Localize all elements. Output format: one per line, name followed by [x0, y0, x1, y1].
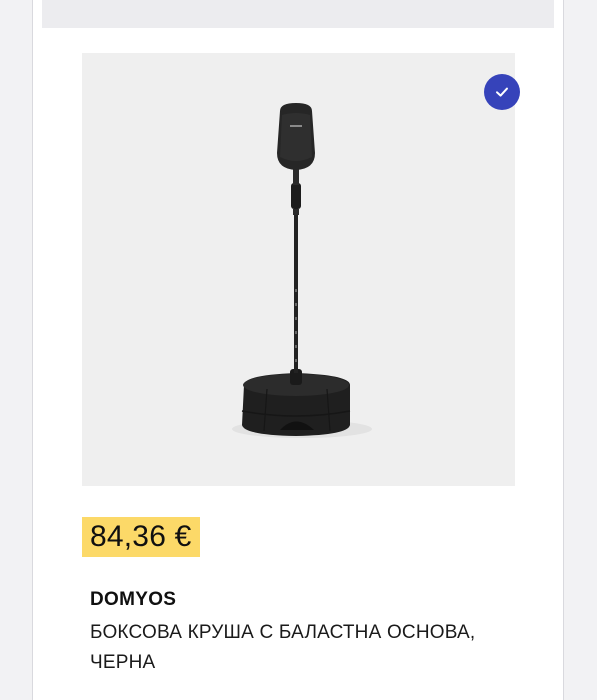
product-card[interactable]: 84,36 € DOMYOS БОКСОВА КРУША С БАЛАСТНА … [58, 28, 540, 700]
selected-check-badge[interactable] [484, 74, 520, 110]
brand-name: DOMYOS [90, 589, 177, 610]
product-title[interactable]: БОКСОВА КРУША С БАЛАСТНА ОСНОВА, ЧЕРНА [90, 618, 490, 678]
price-tag: 84,36 € [82, 517, 200, 557]
top-strip [42, 0, 554, 28]
check-icon [496, 87, 508, 97]
product-image[interactable] [82, 53, 520, 486]
punching-bag-illustration [232, 103, 372, 438]
